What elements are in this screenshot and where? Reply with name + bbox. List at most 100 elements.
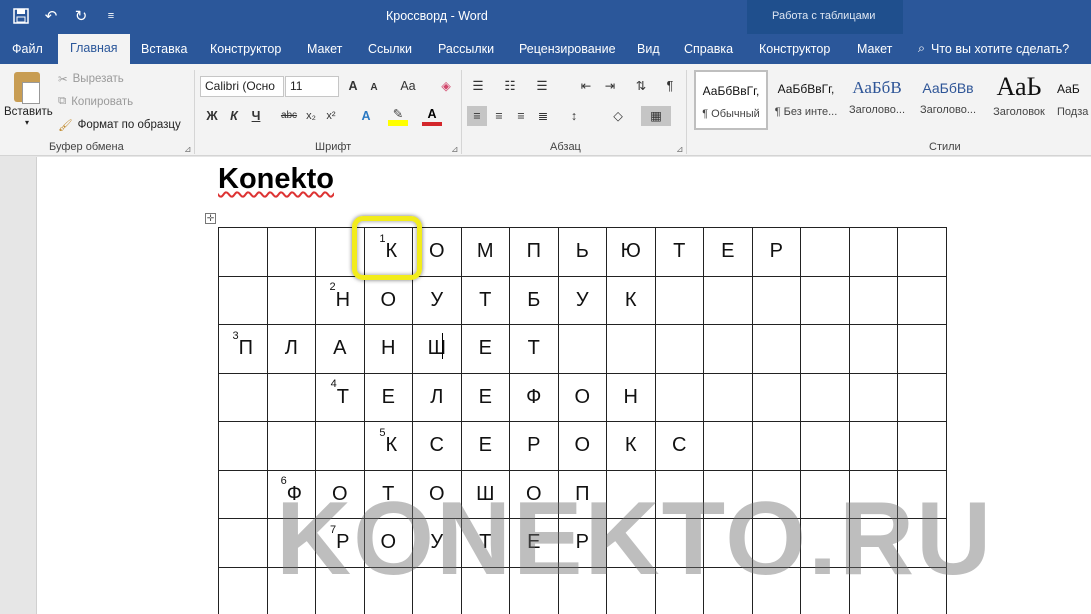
crossword-cell[interactable]: Е [460, 324, 510, 374]
crossword-cell[interactable] [800, 227, 850, 277]
crossword-cell[interactable] [218, 566, 268, 614]
crossword-cell[interactable] [654, 372, 704, 422]
grow-font-button[interactable]: A [343, 76, 363, 96]
crossword-cell[interactable] [800, 324, 850, 374]
tab-table-layout[interactable]: Макет [857, 42, 892, 56]
tab-table-design[interactable]: Конструктор [759, 42, 830, 56]
crossword-cell[interactable] [897, 372, 947, 422]
multilevel-list-icon[interactable]: ☰ [532, 76, 552, 96]
crossword-cell[interactable] [266, 275, 316, 325]
crossword-cell[interactable] [800, 372, 850, 422]
numbering-icon[interactable]: ☷ [500, 76, 520, 96]
style-no-spacing[interactable]: АаБбВвГг, ¶ Без инте... [769, 70, 843, 130]
undo-icon[interactable]: ↶ [42, 6, 60, 26]
crossword-cell[interactable]: С [654, 421, 704, 471]
crossword-cell[interactable]: А [315, 324, 365, 374]
crossword-cell[interactable]: 2Н [315, 275, 365, 325]
crossword-cell[interactable]: 4Т [315, 372, 365, 422]
borders-icon[interactable]: ▦ [641, 106, 671, 126]
crossword-cell[interactable]: Т [460, 275, 510, 325]
crossword-cell[interactable]: Н [606, 372, 656, 422]
superscript-button[interactable]: x² [321, 106, 341, 126]
tab-help[interactable]: Справка [684, 42, 733, 56]
crossword-cell[interactable]: П [509, 227, 559, 277]
crossword-cell[interactable]: Е [363, 372, 413, 422]
bullets-icon[interactable]: ☰ [468, 76, 488, 96]
crossword-cell[interactable]: Т [654, 227, 704, 277]
crossword-cell[interactable] [218, 275, 268, 325]
crossword-cell[interactable]: Л [412, 372, 462, 422]
tab-view[interactable]: Вид [637, 42, 660, 56]
text-effects-icon[interactable]: A [356, 106, 376, 126]
font-name-field[interactable]: Calibri (Осно [200, 76, 284, 97]
crossword-cell[interactable] [218, 227, 268, 277]
paste-button[interactable]: Вставить ▾ [4, 70, 53, 138]
save-icon[interactable] [12, 6, 30, 26]
crossword-cell[interactable] [751, 421, 801, 471]
crossword-cell[interactable] [848, 421, 898, 471]
bold-button[interactable]: Ж [202, 106, 222, 126]
change-case-button[interactable]: Aa [394, 76, 422, 96]
subscript-button[interactable]: x₂ [301, 106, 321, 126]
crossword-cell[interactable] [266, 227, 316, 277]
show-formatting-icon[interactable]: ¶ [660, 76, 680, 96]
crossword-cell[interactable] [897, 324, 947, 374]
dialog-launcher-icon[interactable]: ⊿ [184, 144, 192, 155]
customize-icon[interactable]: ≡ [102, 6, 120, 26]
crossword-cell[interactable] [703, 372, 753, 422]
crossword-cell[interactable]: Б [509, 275, 559, 325]
shading-icon[interactable]: ◇ [608, 106, 628, 126]
tab-references[interactable]: Ссылки [368, 42, 412, 56]
crossword-cell[interactable]: 5К [363, 421, 413, 471]
crossword-cell[interactable]: Р [509, 421, 559, 471]
align-center-icon[interactable]: ≡ [489, 106, 509, 126]
crossword-cell[interactable] [897, 275, 947, 325]
dialog-launcher-icon[interactable]: ⊿ [451, 144, 459, 155]
crossword-cell[interactable]: У [557, 275, 607, 325]
crossword-cell[interactable] [800, 275, 850, 325]
crossword-cell[interactable]: У [412, 275, 462, 325]
crossword-cell[interactable] [266, 421, 316, 471]
style-heading-1[interactable]: АаБбВ Заголово... [840, 70, 914, 130]
clear-formatting-icon[interactable]: ◈ [436, 76, 456, 96]
align-right-icon[interactable]: ≡ [511, 106, 531, 126]
tab-insert[interactable]: Вставка [141, 42, 187, 56]
crossword-cell[interactable] [703, 421, 753, 471]
tab-file[interactable]: Файл [12, 42, 43, 56]
crossword-cell[interactable] [606, 324, 656, 374]
crossword-cell[interactable]: К [606, 421, 656, 471]
crossword-cell[interactable]: Ш [412, 324, 462, 374]
crossword-cell[interactable] [897, 421, 947, 471]
crossword-cell[interactable] [315, 421, 365, 471]
underline-button[interactable]: Ч [246, 106, 266, 126]
tab-design[interactable]: Конструктор [210, 42, 281, 56]
font-color-icon[interactable]: A [422, 104, 442, 124]
crossword-cell[interactable] [848, 324, 898, 374]
crossword-cell[interactable]: О [557, 421, 607, 471]
tab-home[interactable]: Главная [58, 34, 130, 64]
crossword-cell[interactable] [557, 324, 607, 374]
increase-indent-icon[interactable]: ⇥ [600, 76, 620, 96]
crossword-cell[interactable] [218, 421, 268, 471]
copy-button[interactable]: ⧉ Копировать [58, 95, 133, 108]
crossword-cell[interactable] [218, 372, 268, 422]
crossword-cell[interactable]: Л [266, 324, 316, 374]
font-size-field[interactable]: 11 [285, 76, 339, 97]
crossword-cell[interactable] [266, 372, 316, 422]
crossword-cell[interactable]: Т [509, 324, 559, 374]
crossword-cell[interactable]: Ф [509, 372, 559, 422]
crossword-cell[interactable] [654, 275, 704, 325]
crossword-cell[interactable]: О [557, 372, 607, 422]
italic-button[interactable]: К [224, 106, 244, 126]
tell-me-search[interactable]: ⌕ Что вы хотите сделать? [918, 41, 1069, 56]
dialog-launcher-icon[interactable]: ⊿ [676, 144, 684, 155]
crossword-cell[interactable] [751, 324, 801, 374]
format-painter-button[interactable]: 🖌 Формат по образцу [58, 118, 181, 132]
crossword-cell[interactable] [751, 275, 801, 325]
crossword-cell[interactable] [848, 275, 898, 325]
tab-review[interactable]: Рецензирование [519, 42, 616, 56]
crossword-cell[interactable]: М [460, 227, 510, 277]
crossword-cell[interactable]: Р [751, 227, 801, 277]
crossword-cell[interactable] [848, 372, 898, 422]
tab-layout[interactable]: Макет [307, 42, 342, 56]
